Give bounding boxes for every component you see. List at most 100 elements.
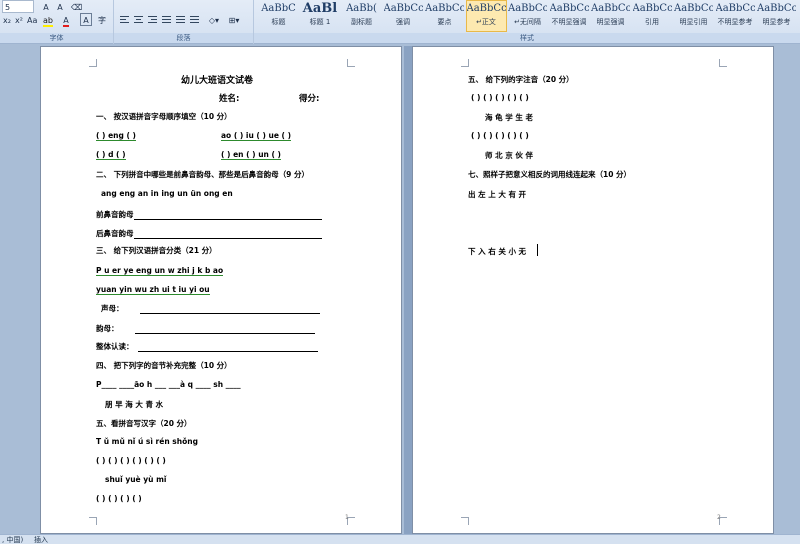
q2-back-nasal: 后鼻音韵母	[96, 228, 322, 239]
q1-row2-right: ( ) en ( ) un ( )	[221, 150, 281, 160]
char-border-icon[interactable]: A	[80, 13, 92, 26]
style-preview: AaBbCcDt	[591, 3, 630, 14]
text-cursor	[537, 244, 538, 256]
q5-row1: T ǔ mǔ nǐ ú sì rén shǒng	[96, 437, 198, 446]
font-group: 5 A A ⌫ x₂ x² Aa ab A A 字 字体	[0, 0, 114, 44]
q3-finals: 韵母：	[96, 323, 315, 334]
style-preview: AaBbCcDt	[674, 3, 713, 14]
question-2: 二、 下列拼音中哪些是前鼻音韵母、那些是后鼻音韵母（9 分）	[96, 170, 309, 179]
change-case-icon[interactable]: Aa	[26, 13, 37, 26]
style-name: 要点	[437, 18, 452, 26]
style-preview: AaBbCcDt	[632, 3, 672, 14]
margin-corner	[347, 59, 355, 67]
q2-syllables: ang eng an in ing un ün ong en	[101, 189, 233, 198]
question-5-phonetic: 五、 给下列的字注音（20 分）	[468, 75, 574, 84]
style-name: 不明显强调	[551, 18, 587, 26]
style-name: 明显参考	[762, 18, 791, 26]
status-language[interactable]: , 中国)	[2, 535, 23, 544]
page-1[interactable]: 幼儿大班语文试卷 姓名: 得分: 一、 按汉语拼音字母顺序填空（10 分） ( …	[40, 46, 402, 534]
style-preview: AaBbCcDt	[383, 3, 423, 14]
style-name: ↵无间隔	[514, 18, 541, 26]
style-name: 明显引用	[679, 18, 708, 26]
style-preview: AaBbC	[261, 3, 296, 14]
page-gap	[404, 46, 412, 534]
justify-icon[interactable]	[160, 14, 173, 26]
q3-initials: 声母：	[101, 303, 320, 314]
margin-corner	[719, 59, 727, 67]
styles-group: AaBbC标题AaBl标题 1AaBb(副标题AaBbCcDt强调AaBbCcD…	[254, 0, 800, 44]
highlight-icon[interactable]: ab	[42, 13, 54, 27]
style-item[interactable]: AaBbC 标题	[258, 0, 299, 32]
margin-corner	[461, 517, 469, 525]
page-2[interactable]: 五、 给下列的字注音（20 分） ( ) ( ) ( ) ( ) ( ) 海 龟…	[412, 46, 774, 534]
style-preview: AaBbCcDt	[757, 3, 796, 14]
ribbon: 5 A A ⌫ x₂ x² Aa ab A A 字 字体 ◇▾ ⊞▾ 段落 Aa…	[0, 0, 800, 44]
q1-row2-left: ( ) d ( )	[96, 150, 126, 160]
q1-row1-right: ao ( ) iu ( ) ue ( )	[221, 131, 292, 141]
style-item[interactable]: AaBbCcDt 不明显强调	[549, 0, 590, 32]
style-name: 标题 1	[309, 18, 331, 26]
style-item[interactable]: AaBbCcDt ↵正文	[465, 0, 507, 32]
q2-front-nasal: 前鼻音韵母	[96, 209, 322, 220]
subscript-icon[interactable]: x₂	[2, 13, 12, 26]
q4-row2: 朋 早 海 大 青 水	[105, 400, 164, 409]
question-3: 三、 给下列汉语拼音分类（21 分）	[96, 246, 217, 255]
clear-format-icon[interactable]: ⌫	[70, 0, 82, 13]
q3-whole: 整体认读：	[96, 341, 318, 352]
style-name: 明显强调	[596, 18, 625, 26]
style-preview: AaBb(	[346, 3, 377, 14]
style-name: 副标题	[351, 18, 372, 26]
style-name: 强调	[396, 18, 410, 26]
line-spacing-icon[interactable]	[188, 14, 201, 26]
style-item[interactable]: AaBbCcDt 明显参考	[756, 0, 797, 32]
style-preview: AaBbCcDt	[466, 3, 506, 14]
p2-row6: 下 入 右 关 小 无	[468, 247, 527, 256]
char-shading-icon[interactable]: 字	[96, 13, 108, 26]
style-item[interactable]: AaBbCcDt 强调	[383, 0, 424, 32]
status-bar: , 中国) 插入	[0, 534, 800, 544]
q5-row3: shuǐ yuè yù mǐ	[105, 475, 167, 484]
question-7: 七、照样子把意义相反的词用线连起来（10 分）	[468, 170, 632, 179]
style-preview: AaBl	[302, 1, 338, 16]
font-color-icon[interactable]: A	[60, 13, 72, 27]
style-name: ↵正文	[476, 18, 496, 26]
style-item[interactable]: AaBbCcDt ↵无间隔	[507, 0, 548, 32]
q1-row1-left: ( ) eng ( )	[96, 131, 136, 141]
q5-row4: ( ) ( ) ( ) ( )	[96, 494, 142, 503]
superscript-icon[interactable]: x²	[14, 13, 24, 26]
style-item[interactable]: AaBb( 副标题	[341, 0, 382, 32]
distribute-icon[interactable]	[174, 14, 187, 26]
margin-corner	[89, 517, 97, 525]
style-preview: AaBbCcDt	[508, 3, 547, 14]
question-4: 四、 把下列字的音节补充完整（10 分）	[96, 361, 232, 370]
font-size-box[interactable]: 5	[2, 0, 34, 13]
style-preview: AaBbCcDt	[715, 3, 755, 14]
score-label: 得分:	[299, 94, 320, 104]
borders-icon[interactable]: ⊞▾	[226, 13, 242, 26]
style-item[interactable]: AaBbCcDt 要点	[424, 0, 465, 32]
q3-row1: P u er ye eng un w zhi j k b ao	[96, 266, 224, 276]
align-right-icon[interactable]	[146, 14, 159, 26]
q3-row2: yuan yin wu zh ui t iu yi ou	[96, 285, 210, 295]
shrink-font-icon[interactable]: A	[54, 0, 66, 13]
p2-row2: 海 龟 学 生 老	[485, 113, 533, 122]
p2-row1: ( ) ( ) ( ) ( ) ( )	[471, 93, 529, 102]
grow-font-icon[interactable]: A	[40, 0, 52, 13]
style-item[interactable]: AaBbCcDt 明显引用	[673, 0, 714, 32]
align-center-icon[interactable]	[132, 14, 145, 26]
style-item[interactable]: AaBl 标题 1	[300, 0, 341, 32]
align-left-icon[interactable]	[118, 14, 131, 26]
style-item[interactable]: AaBbCcDt 明显强调	[590, 0, 631, 32]
q4-row1: P____ ____āo h ___ ___à q ____ sh ____	[96, 380, 241, 389]
shading-icon[interactable]: ◇▾	[206, 13, 222, 26]
style-name: 标题	[271, 18, 286, 26]
style-item[interactable]: AaBbCcDt 引用	[632, 0, 673, 32]
style-item[interactable]: AaBbCcDt 不明显参考	[715, 0, 756, 32]
styles-group-label: 样式	[254, 33, 800, 43]
style-name: 引用	[645, 18, 659, 26]
status-insert-mode[interactable]: 插入	[34, 535, 48, 544]
style-preview: AaBbCcDt	[425, 3, 464, 14]
p2-row5: 出 左 上 大 有 开	[468, 190, 527, 199]
paragraph-group: ◇▾ ⊞▾ 段落	[114, 0, 254, 44]
page-title: 幼儿大班语文试卷	[181, 76, 254, 86]
